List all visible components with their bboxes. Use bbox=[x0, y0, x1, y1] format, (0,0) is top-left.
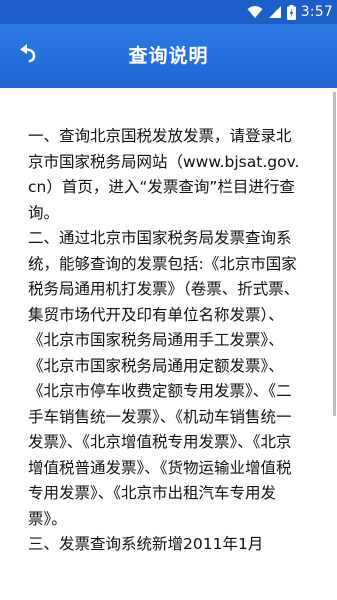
status-icons: 3:57 bbox=[247, 0, 333, 24]
app-bar: 查询说明 bbox=[0, 24, 337, 88]
status-bar: 3:57 bbox=[0, 0, 337, 24]
content-scroll-area[interactable]: 一、查询北京国税发放发票，请登录北京市国家税务局网站（www.bjsat.gov… bbox=[0, 88, 337, 600]
status-time: 3:57 bbox=[300, 4, 333, 20]
wifi-icon bbox=[247, 5, 263, 19]
cell-signal-icon bbox=[268, 5, 282, 19]
instructions-text: 一、查询北京国税发放发票，请登录北京市国家税务局网站（www.bjsat.gov… bbox=[28, 127, 300, 553]
battery-icon bbox=[286, 4, 296, 20]
page-title: 查询说明 bbox=[128, 45, 209, 67]
scrollbar[interactable] bbox=[333, 92, 336, 416]
